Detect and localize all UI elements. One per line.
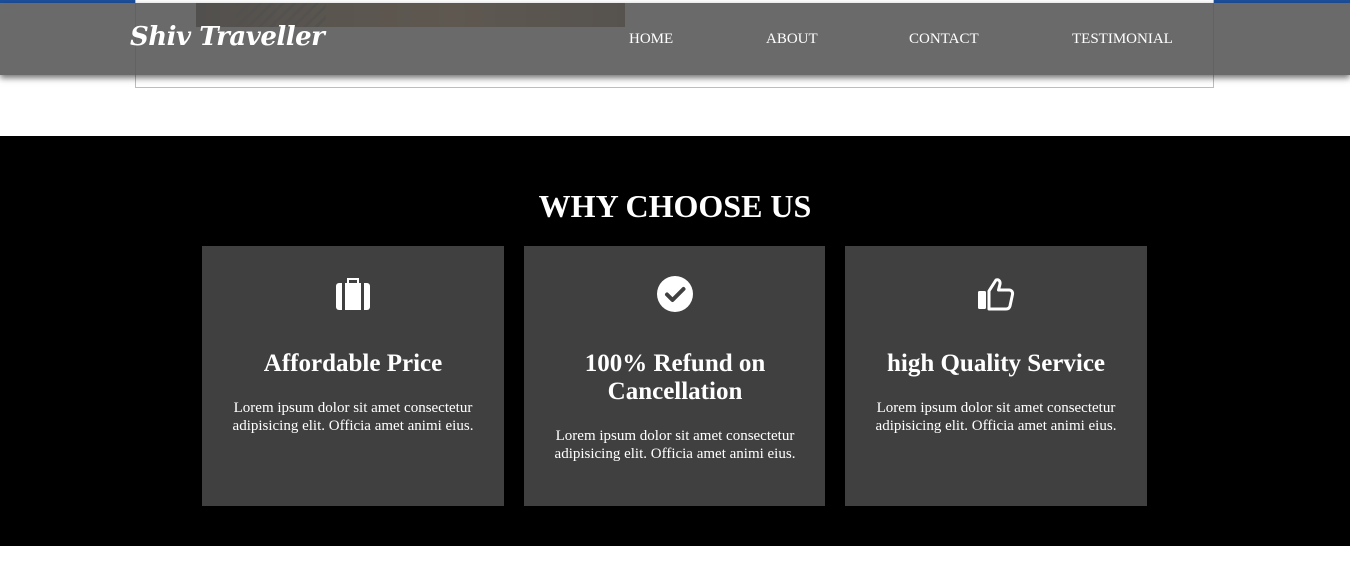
card-text: Lorem ipsum dolor sit amet consectetur a…: [554, 428, 796, 462]
suitcase-icon: [202, 274, 504, 314]
feature-card-affordable-price: Affordable Price Lorem ipsum dolor sit a…: [202, 246, 504, 506]
nav-link-about[interactable]: ABOUT: [766, 31, 818, 48]
navbar: Shiv Traveller HOME ABOUT CONTACT TESTIM…: [0, 3, 1350, 75]
card-text: Lorem ipsum dolor sit amet consectetur a…: [232, 400, 474, 434]
thumbs-up-icon: [845, 274, 1147, 314]
nav-link-contact[interactable]: CONTACT: [909, 31, 979, 48]
card-title: high Quality Service: [886, 350, 1106, 377]
site-logo[interactable]: Shiv Traveller: [130, 22, 325, 52]
feature-card-quality-service: high Quality Service Lorem ipsum dolor s…: [845, 246, 1147, 506]
why-choose-us-section: WHY CHOOSE US Affordable Price Lorem ips…: [0, 136, 1350, 546]
card-title: Affordable Price: [263, 350, 443, 377]
check-circle-icon: [524, 274, 825, 314]
nav-link-testimonial[interactable]: TESTIMONIAL: [1072, 31, 1173, 48]
section-title: WHY CHOOSE US: [538, 188, 812, 224]
feature-card-refund: 100% Refund on Cancellation Lorem ipsum …: [524, 246, 825, 506]
nav-link-home[interactable]: HOME: [629, 31, 673, 48]
card-text: Lorem ipsum dolor sit amet consectetur a…: [875, 400, 1117, 434]
card-title: 100% Refund on Cancellation: [584, 350, 766, 405]
